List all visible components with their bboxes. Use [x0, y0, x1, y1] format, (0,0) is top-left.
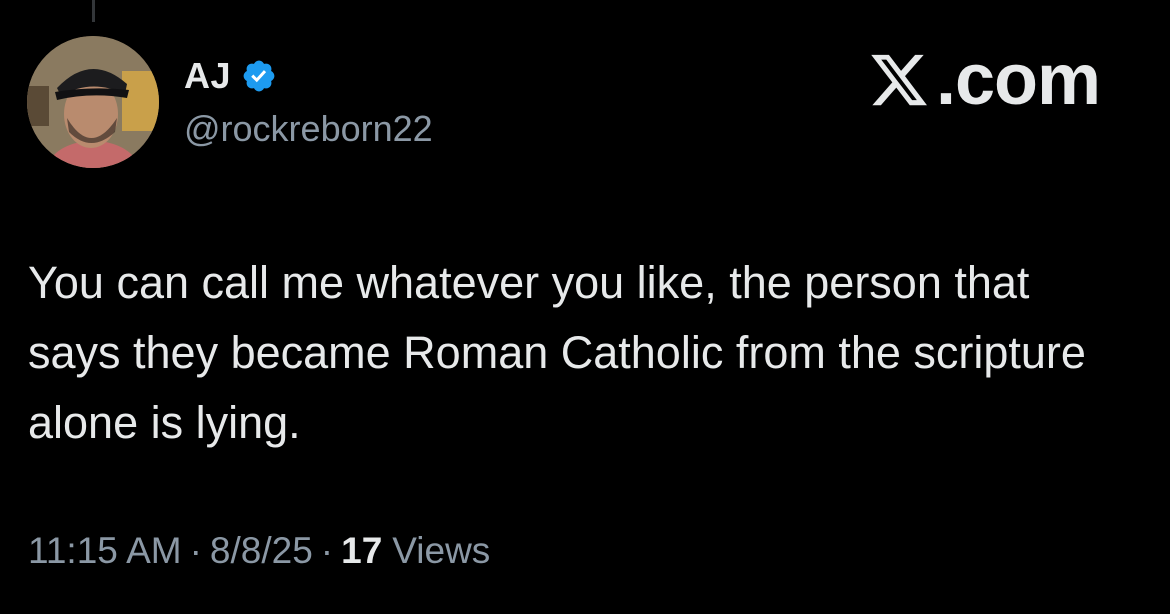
brand-domain-text: .com	[935, 40, 1101, 120]
author-handle[interactable]: @rockreborn22	[184, 108, 433, 150]
avatar-photo	[27, 36, 159, 168]
author-display-name[interactable]: AJ	[184, 55, 231, 97]
author-name-row[interactable]: AJ	[184, 54, 277, 98]
meta-separator: ·	[320, 530, 334, 571]
verified-badge-icon	[243, 60, 275, 92]
thread-connector-line	[92, 0, 95, 22]
tweet-meta: 11:15 AM · 8/8/25 · 17 Views	[28, 530, 490, 572]
meta-separator: ·	[189, 530, 202, 571]
tweet-time[interactable]: 11:15 AM	[28, 530, 182, 572]
x-logo-icon	[871, 54, 927, 106]
brand-watermark: .com	[868, 40, 1101, 120]
views-count[interactable]: 17	[341, 530, 382, 572]
avatar[interactable]	[27, 36, 159, 168]
tweet-date[interactable]: 8/8/25	[210, 530, 313, 572]
views-label[interactable]: Views	[392, 530, 490, 572]
tweet-text: You can call me whatever you like, the p…	[28, 257, 1086, 448]
